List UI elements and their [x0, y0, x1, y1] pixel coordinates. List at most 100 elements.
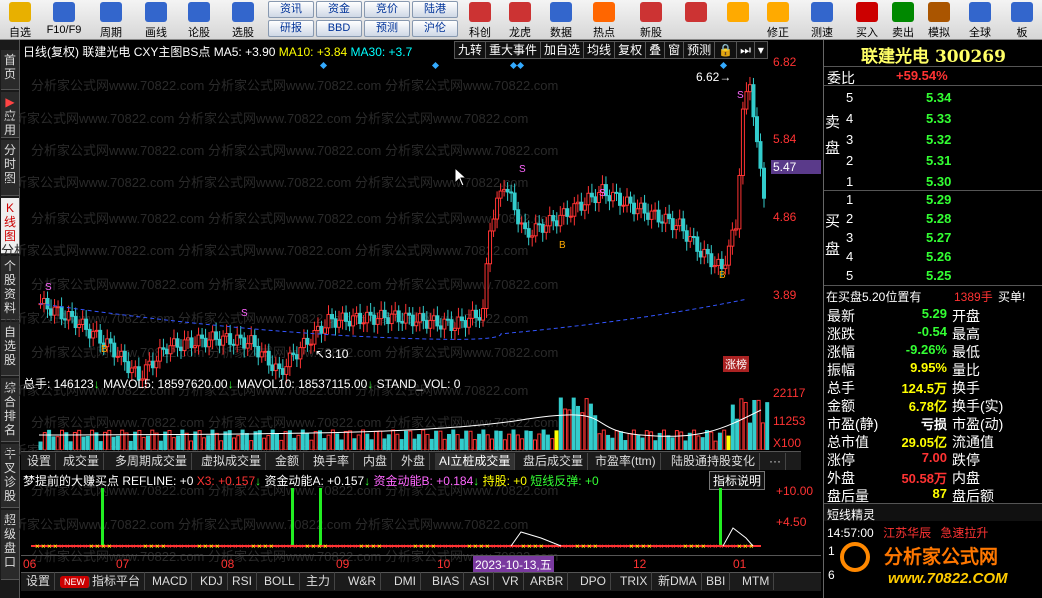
toolbar-button-1[interactable]: F10/F9	[40, 0, 88, 40]
short-elf-header[interactable]: 短线精灵	[824, 503, 1042, 522]
bottom-tab-15[interactable]: TRIX	[616, 572, 653, 590]
forecast-button[interactable]: 预测	[364, 20, 410, 37]
research-button[interactable]: 研报	[268, 20, 314, 37]
bottom-tab-16[interactable]: 新DMA	[654, 572, 702, 590]
window-button[interactable]: 窗	[665, 42, 685, 58]
vol-tab-amount[interactable]: 金额	[271, 453, 305, 470]
bottom-tab-7[interactable]: 主力	[302, 572, 336, 590]
bottom-tab-5[interactable]: RSI	[228, 572, 258, 590]
toolbar-button-18[interactable]: 全球	[958, 0, 1002, 40]
lower-indicator-chart[interactable]: × × × × × × × × × × × × × × × × × × × × × × × × × × × × × × × × × × × × × × × ×…	[21, 488, 771, 556]
ma-button[interactable]: 均线	[584, 42, 616, 58]
bottom-tab-8[interactable]: W&R	[344, 572, 381, 590]
buy-level-row[interactable]: 3 5.27	[824, 228, 1042, 247]
vol-tab-outer[interactable]: 外盘	[397, 453, 431, 470]
bottom-tab-12[interactable]: VR	[498, 572, 524, 590]
funds-button[interactable]: 资金	[316, 1, 362, 18]
event-diamond-icon[interactable]	[509, 61, 518, 70]
sell-level-row[interactable]: 5 5.34	[824, 88, 1042, 107]
vol-tab-volume[interactable]: 成交量	[59, 453, 105, 470]
toolbar-button-12[interactable]	[718, 0, 758, 40]
event-diamond-icon[interactable]	[516, 61, 525, 70]
hk-connect-button[interactable]: 陆港	[412, 1, 458, 18]
toolbar-button-11[interactable]	[676, 0, 716, 40]
bottom-tab-14[interactable]: DPO	[576, 572, 612, 590]
bottom-tab-9[interactable]: DMI	[390, 572, 421, 590]
toolbar-button-15[interactable]: 买入	[848, 0, 886, 40]
auction-button[interactable]: 竞价	[364, 1, 410, 18]
bottom-tab-2[interactable]: 指标平台	[88, 572, 146, 590]
bottom-tab-18[interactable]: MTM	[738, 572, 775, 590]
candle-body	[428, 319, 433, 329]
predict-button[interactable]: 预测	[684, 42, 716, 58]
side-tab-home[interactable]: 首页	[1, 50, 19, 90]
event-diamond-icon[interactable]	[719, 61, 728, 70]
toolbar-button-4[interactable]: 论股	[178, 0, 220, 40]
toolbar-button-13[interactable]: 修正	[758, 0, 798, 40]
vol-tab-settings[interactable]: 设置	[23, 453, 57, 470]
buy-level-row[interactable]: 1 5.29	[824, 190, 1042, 209]
news-button[interactable]: 资讯	[268, 1, 314, 18]
kline-chart-area[interactable]: 分析家公式网www.70822.com 分析家公式网www.70822.com …	[1, 40, 821, 573]
sell-level-row[interactable]: 4 5.33	[824, 109, 1042, 128]
vol-tab-multi-period[interactable]: 多周期成交量	[111, 453, 193, 470]
bottom-tab-0[interactable]: 设置	[22, 572, 56, 590]
period-label[interactable]: 日线(复权)	[23, 45, 79, 59]
vol-tab-after-hours[interactable]: 盘后成交量	[519, 453, 589, 470]
buy-level-row[interactable]: 5 5.25	[824, 266, 1042, 285]
toolbar-button-0[interactable]: 自选	[0, 0, 40, 40]
toolbar-button-6[interactable]: 科创	[460, 0, 500, 40]
vol-tab-ai-pile[interactable]: AI立桩成交量	[435, 453, 516, 470]
sell-level-row[interactable]: 1 5.30	[824, 172, 1042, 191]
major-event-button[interactable]: 重大事件	[486, 42, 542, 58]
skip-icon[interactable]: ⏭	[737, 42, 755, 58]
lock-icon[interactable]: 🔒	[715, 42, 738, 58]
order-notice[interactable]: 在买盘5.20位置有 1389手 买单!	[824, 285, 1042, 304]
toolbar-button-2[interactable]: 周期	[88, 0, 134, 40]
toolbar-button-9[interactable]: 热点	[582, 0, 626, 40]
toolbar-button-14[interactable]: 测速	[798, 0, 846, 40]
vol-tab-pe-ttm[interactable]: 市盈率(ttm)	[591, 453, 661, 470]
event-diamond-icon[interactable]	[319, 61, 328, 70]
nine-turn-button[interactable]: 九转	[455, 42, 487, 58]
bbd-button[interactable]: BBD	[316, 20, 362, 37]
toolbar-button-16[interactable]: 卖出	[886, 0, 920, 40]
bottom-tab-3[interactable]: MACD	[148, 572, 193, 590]
adjust-button[interactable]: 复权	[615, 42, 647, 58]
sell-level-row[interactable]: 3 5.32	[824, 130, 1042, 149]
bottom-tab-13[interactable]: ARBR	[526, 572, 569, 590]
vol-tab-virtual[interactable]: 虚拟成交量	[197, 453, 267, 470]
lower-indicator-name[interactable]: 梦提前的大赚买点	[23, 474, 119, 488]
bottom-tab-6[interactable]: BOLL	[260, 572, 300, 590]
bottom-tab-10[interactable]: BIAS	[428, 572, 465, 590]
vol-tab-northbound[interactable]: 陆股通持股变化	[667, 453, 761, 470]
side-tab-watchlist[interactable]: 自选股	[1, 322, 19, 376]
toolbar-button-8[interactable]: 数据	[540, 0, 582, 40]
buy-level-row[interactable]: 4 5.26	[824, 247, 1042, 266]
main-indicator-label[interactable]: CXY主图BS点	[134, 45, 211, 59]
vol-tab-more[interactable]: ···	[765, 453, 786, 470]
dropdown-icon[interactable]: ▾	[755, 42, 767, 58]
candlestick-chart[interactable]: B S S B S S B S	[21, 60, 821, 413]
toolbar-button-3[interactable]: 画线	[134, 0, 178, 40]
overlay-button[interactable]: 叠	[646, 42, 666, 58]
volume-bar	[447, 433, 451, 450]
bottom-tab-11[interactable]: ASI	[466, 572, 495, 590]
volume-chart[interactable]	[21, 390, 771, 450]
toolbar-button-10[interactable]: 新股	[626, 0, 676, 40]
toolbar-button-19[interactable]: 板	[1002, 0, 1042, 40]
toolbar-button-5[interactable]: 选股	[220, 0, 266, 40]
buy-level-row[interactable]: 2 5.28	[824, 209, 1042, 228]
bottom-tab-1[interactable]: NEW	[60, 576, 90, 588]
vol-tab-turnover[interactable]: 换手率	[309, 453, 355, 470]
shanghai-london-button[interactable]: 沪伦	[412, 20, 458, 37]
toolbar-button-17[interactable]: 模拟	[920, 0, 958, 40]
sell-level-row[interactable]: 2 5.31	[824, 151, 1042, 170]
bottom-tab-4[interactable]: KDJ	[196, 572, 228, 590]
bottom-tab-17[interactable]: BBI	[702, 572, 731, 590]
add-watchlist-button[interactable]: 加自选	[541, 42, 585, 58]
event-diamond-icon[interactable]	[431, 61, 440, 70]
toolbar-button-7[interactable]: 龙虎	[500, 0, 540, 40]
vol-tab-inner[interactable]: 内盘	[359, 453, 393, 470]
candle-body	[301, 337, 306, 349]
